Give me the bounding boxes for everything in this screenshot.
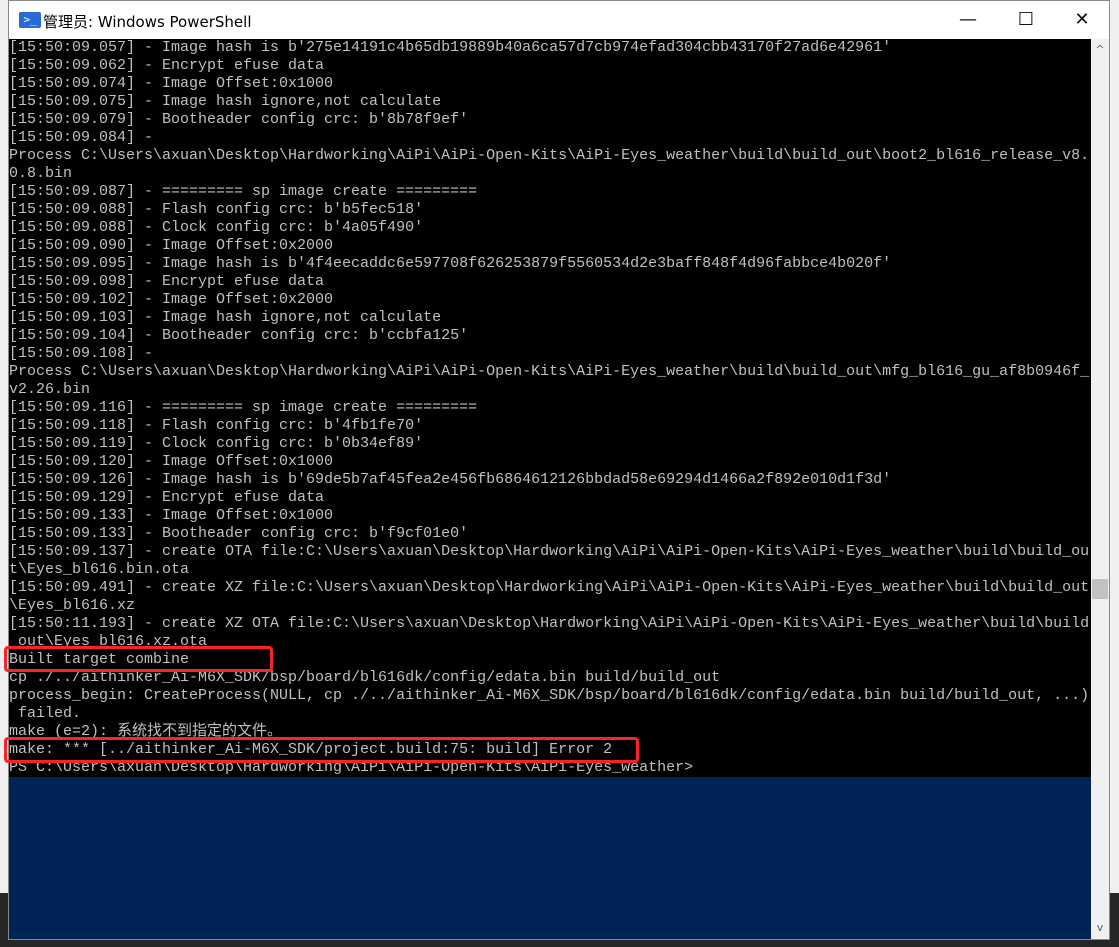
console-line: process_begin: CreateProcess(NULL, cp ./… (9, 687, 1090, 704)
title-bar[interactable]: >_ 管理员: Windows PowerShell — ☐ ✕ (9, 1, 1109, 39)
console-line: [15:50:09.088] - Clock config crc: b'4a0… (9, 219, 424, 236)
highlight-error (4, 737, 639, 763)
console-empty-area[interactable] (9, 777, 1091, 939)
console-line: [15:50:09.074] - Image Offset:0x1000 (9, 75, 334, 92)
console-line: [15:50:09.088] - Flash config crc: b'b5f… (9, 201, 424, 218)
console-line: [15:50:09.079] - Bootheader config crc: … (9, 111, 469, 128)
minimize-button[interactable]: — (939, 1, 997, 39)
maximize-button[interactable]: ☐ (997, 1, 1055, 39)
powershell-window: >_ 管理员: Windows PowerShell — ☐ ✕ [15:50:… (8, 0, 1110, 940)
console-line: [15:50:09.116] - ========= sp image crea… (9, 399, 478, 416)
console-line: v2.26.bin (9, 381, 91, 398)
console-line: [15:50:09.104] - Bootheader config crc: … (9, 327, 469, 344)
console-line: [15:50:09.133] - Image Offset:0x1000 (9, 507, 334, 524)
console-line: [15:50:09.129] - Encrypt efuse data (9, 489, 325, 506)
vertical-scrollbar[interactable]: ^ v (1091, 39, 1109, 939)
console-line: [15:50:09.491] - create XZ file:C:\Users… (9, 579, 1090, 596)
scroll-down-icon[interactable]: v (1091, 919, 1109, 937)
console-line: [15:50:09.108] - (9, 345, 154, 362)
console-line: [15:50:09.087] - ========= sp image crea… (9, 183, 478, 200)
console-line: [15:50:09.090] - Image Offset:0x2000 (9, 237, 334, 254)
highlight-built-target (4, 646, 273, 672)
console-line: [15:50:09.126] - Image hash is b'69de5b7… (9, 471, 892, 488)
console-line: [15:50:09.075] - Image hash ignore,not c… (9, 93, 442, 110)
console-line: [15:50:09.057] - Image hash is b'275e141… (9, 39, 892, 56)
console-line: [15:50:09.119] - Clock config crc: b'0b3… (9, 435, 424, 452)
console-line: failed. (9, 705, 82, 722)
console-line: Process C:\Users\axuan\Desktop\Hardworki… (9, 147, 1090, 164)
console-line: [15:50:09.062] - Encrypt efuse data (9, 57, 325, 74)
console-line: 0.8.bin (9, 165, 73, 182)
console-line: [15:50:09.120] - Image Offset:0x1000 (9, 453, 334, 470)
console-line: \Eyes_bl616.xz (9, 597, 136, 614)
console-line: Process C:\Users\axuan\Desktop\Hardworki… (9, 363, 1090, 380)
scrollbar-thumb[interactable] (1092, 579, 1108, 599)
window-title: 管理员: Windows PowerShell (43, 13, 252, 31)
powershell-icon: >_ (19, 12, 41, 28)
console-line: [15:50:09.084] - (9, 129, 154, 146)
console-line: [15:50:09.103] - Image hash ignore,not c… (9, 309, 442, 326)
console-line: t\Eyes_bl616.bin.ota (9, 561, 190, 578)
console-line: [15:50:09.137] - create OTA file:C:\User… (9, 543, 1090, 560)
console-line: [15:50:09.102] - Image Offset:0x2000 (9, 291, 334, 308)
console-line: [15:50:11.193] - create XZ OTA file:C:\U… (9, 615, 1090, 632)
close-button[interactable]: ✕ (1053, 1, 1111, 39)
console-line: [15:50:09.095] - Image hash is b'4f4eeca… (9, 255, 892, 272)
console-line: [15:50:09.118] - Flash config crc: b'4fb… (9, 417, 424, 434)
scroll-up-icon[interactable]: ^ (1091, 41, 1109, 59)
console-line: [15:50:09.133] - Bootheader config crc: … (9, 525, 469, 542)
console-line: [15:50:09.098] - Encrypt efuse data (9, 273, 325, 290)
